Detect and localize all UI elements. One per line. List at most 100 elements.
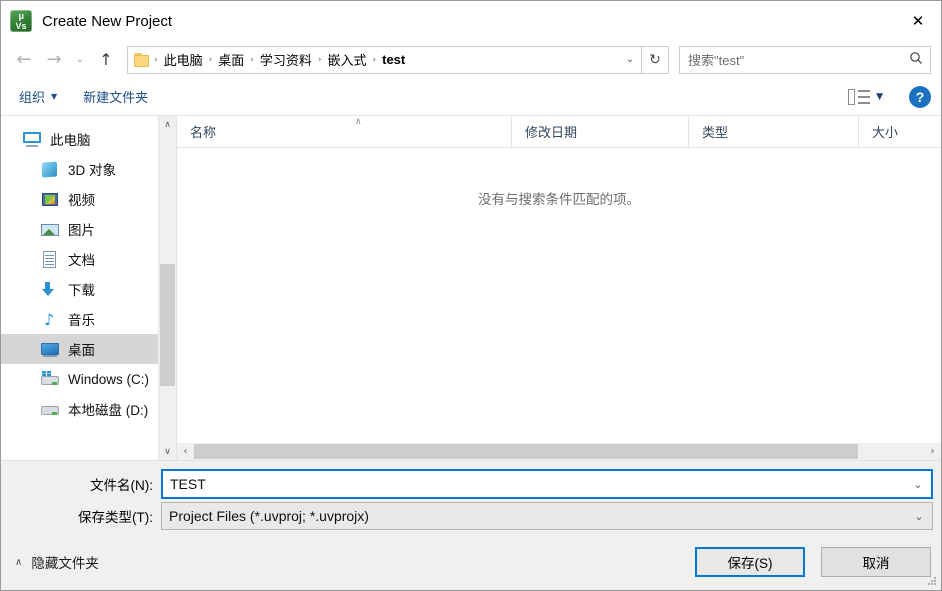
music-icon-note: ♪ [44, 309, 55, 329]
forward-button[interactable]: → [39, 46, 69, 74]
sidebar-item-label: Windows (C:) [68, 371, 150, 387]
filetype-select[interactable]: Project Files (*.uvproj; *.uvprojx) ⌄ [161, 502, 933, 530]
desktop-icon [41, 341, 59, 358]
column-header-name[interactable]: 名称 ∧ [177, 116, 512, 147]
breadcrumb-item-1[interactable]: 桌面 [213, 50, 249, 69]
view-icon-line [858, 89, 871, 92]
breadcrumb-item-0[interactable]: 此电脑 [159, 50, 208, 69]
sidebar-item-windows-c[interactable]: Windows (C:) [1, 364, 176, 394]
file-list-horizontal-scrollbar[interactable]: ‹ › [177, 442, 941, 460]
sidebar-item-videos[interactable]: 视频 [1, 184, 176, 214]
sidebar-scrollbar[interactable]: ∧ ∨ [158, 116, 176, 460]
breadcrumb-item-3[interactable]: 嵌入式 [322, 50, 371, 69]
drive-icon-led [52, 381, 57, 385]
pictures-icon [41, 221, 59, 238]
documents-icon [41, 250, 59, 268]
3d-objects-icon-cube [42, 160, 57, 178]
column-header-size[interactable]: 大小 [859, 116, 941, 147]
chevron-down-icon[interactable]: ⌄ [619, 54, 641, 65]
sidebar-item-label: 视频 [68, 193, 95, 208]
filename-row: 文件名(N): TEST ⌄ [1, 469, 941, 499]
scroll-right-icon[interactable]: › [924, 446, 941, 457]
column-header-type[interactable]: 类型 [689, 116, 859, 147]
hide-folders-label: 隐藏文件夹 [31, 556, 99, 571]
new-folder-label: 新建文件夹 [83, 90, 149, 105]
documents-icon-line [45, 257, 54, 259]
filename-input[interactable]: TEST ⌄ [161, 469, 933, 499]
chevron-down-icon[interactable]: ⌄ [905, 478, 931, 491]
help-button[interactable]: ? [909, 85, 931, 108]
sidebar-item-label: 文档 [68, 253, 95, 268]
view-icon-line [858, 95, 871, 98]
view-options-caret-icon[interactable]: ▼ [876, 92, 883, 102]
refresh-button[interactable]: ↻ [642, 45, 669, 74]
sidebar-item-desktop[interactable]: 桌面 [1, 334, 176, 364]
sidebar-item-documents[interactable]: 文档 [1, 244, 176, 274]
filetype-row: 保存类型(T): Project Files (*.uvproj; *.uvpr… [1, 502, 941, 530]
downloads-icon [41, 281, 59, 298]
desktop-icon-screen [41, 342, 59, 355]
sidebar-item-label: 桌面 [68, 343, 95, 358]
navigation-bar: ← → ⌄ ↑ › 此电脑 › 桌面 › 学习资料 › 嵌入式 › test ⌄… [1, 41, 941, 78]
back-button[interactable]: ← [9, 46, 39, 74]
downloads-icon-head [42, 288, 54, 296]
close-icon[interactable]: ✕ [895, 2, 941, 41]
documents-icon-page [43, 250, 56, 268]
uvision-icon: μ Vs [10, 10, 32, 32]
sidebar-item-label: 下载 [68, 283, 95, 298]
save-button[interactable]: 保存(S) [695, 547, 805, 577]
search-input[interactable]: 搜索"test" [679, 45, 931, 74]
create-new-project-dialog: μ Vs Create New Project ✕ ← → ⌄ ↑ › 此电脑 … [0, 0, 942, 591]
cancel-button[interactable]: 取消 [821, 547, 931, 577]
dialog-body: 此电脑 3D 对象 视频 图片 文档 下载 ♪ 音乐 桌面 Windows (C… [1, 116, 941, 460]
scroll-up-icon[interactable]: ∧ [159, 116, 176, 133]
chevron-down-icon: ▼ [51, 92, 58, 101]
chevron-down-icon[interactable]: ⌄ [906, 510, 932, 523]
videos-icon [41, 191, 59, 208]
computer-icon-screen [23, 131, 41, 143]
scroll-left-icon[interactable]: ‹ [177, 446, 194, 457]
sidebar-item-downloads[interactable]: 下载 [1, 274, 176, 304]
breadcrumb[interactable]: › 此电脑 › 桌面 › 学习资料 › 嵌入式 › test ⌄ [127, 45, 642, 74]
save-form: 文件名(N): TEST ⌄ 保存类型(T): Project Files (*… [1, 460, 941, 534]
search-icon-svg [910, 51, 923, 64]
videos-icon-thumb [45, 194, 55, 204]
sidebar-scrollbar-thumb[interactable] [160, 264, 175, 386]
3d-objects-icon [41, 160, 59, 178]
view-icon-pane [848, 88, 856, 105]
filetype-value: Project Files (*.uvproj; *.uvprojx) [169, 508, 369, 524]
uvision-icon-bottom: Vs [15, 21, 27, 31]
title-bar: μ Vs Create New Project ✕ [1, 1, 941, 41]
file-list-scrollbar-thumb[interactable] [194, 444, 859, 459]
file-list-items[interactable]: 没有与搜索条件匹配的项。 [177, 148, 941, 442]
resize-grip[interactable] [928, 577, 938, 587]
window-title: Create New Project [42, 12, 173, 30]
organize-button[interactable]: 组织 ▼ [19, 87, 57, 106]
scroll-down-icon[interactable]: ∨ [159, 443, 176, 460]
breadcrumb-item-2[interactable]: 学习资料 [255, 50, 317, 69]
uvision-icon-top: μ [18, 11, 24, 21]
local-drive-icon [41, 401, 59, 418]
sidebar-item-music[interactable]: ♪ 音乐 [1, 304, 176, 334]
folder-icon [134, 52, 151, 67]
sidebar-item-label: 图片 [68, 223, 95, 238]
recent-locations-button[interactable]: ⌄ [69, 46, 91, 74]
navigation-pane: 此电脑 3D 对象 视频 图片 文档 下载 ♪ 音乐 桌面 Windows (C… [1, 116, 176, 460]
breadcrumb-item-4[interactable]: test [377, 52, 410, 67]
search-placeholder: 搜索"test" [688, 53, 745, 68]
column-header-label: 类型 [702, 125, 729, 140]
sidebar-item-local-disk-d[interactable]: 本地磁盘 (D:) [1, 394, 176, 424]
column-header-label: 大小 [872, 125, 899, 140]
new-folder-button[interactable]: 新建文件夹 [83, 87, 148, 106]
up-button[interactable]: ↑ [91, 46, 121, 74]
sidebar-item-pictures[interactable]: 图片 [1, 214, 176, 244]
view-options-icon[interactable] [848, 88, 871, 105]
column-header-date-modified[interactable]: 修改日期 [512, 116, 689, 147]
sidebar-item-label: 本地磁盘 (D:) [68, 403, 149, 418]
organize-label: 组织 [19, 90, 46, 105]
sidebar-item-this-pc[interactable]: 此电脑 [1, 124, 176, 154]
sidebar-item-3d-objects[interactable]: 3D 对象 [1, 154, 176, 184]
drive-icon-led [52, 411, 57, 415]
file-list-scrollbar-track[interactable] [194, 444, 924, 459]
hide-folders-button[interactable]: ∧ 隐藏文件夹 [15, 552, 99, 572]
